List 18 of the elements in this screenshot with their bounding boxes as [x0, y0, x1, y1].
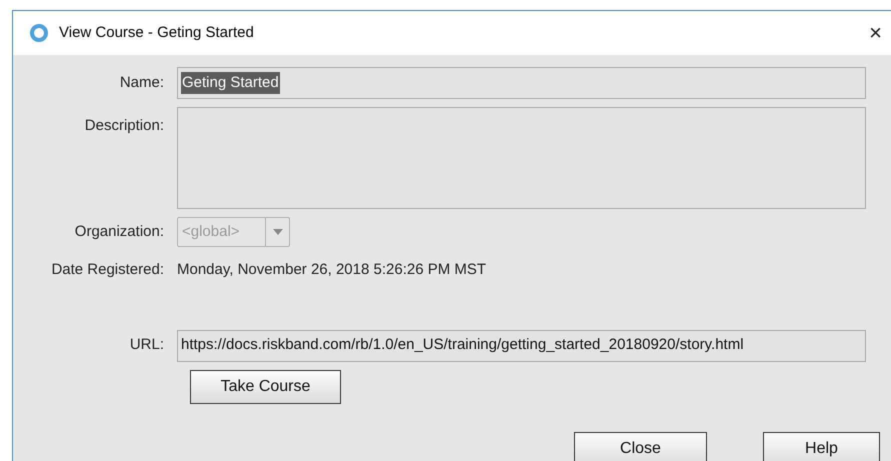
field-label: Description:	[84, 116, 165, 136]
app-logo-icon	[29, 23, 49, 43]
field-label: URL:	[128, 335, 165, 356]
field-label: Name:	[118, 72, 165, 93]
description-field[interactable]	[177, 107, 866, 209]
dialog-button[interactable]: Close	[574, 432, 707, 461]
text-field[interactable]: Geting Started	[177, 67, 866, 99]
dropdown-arrow-icon	[272, 229, 282, 235]
field-value: https://docs.riskband.com/rb/1.0/en_US/training/getting_started_20180920/story.html	[181, 335, 744, 356]
field-value: Geting Started	[181, 72, 280, 94]
close-button[interactable]: ×	[869, 22, 882, 44]
take-course-button[interactable]: Take Course	[190, 370, 341, 404]
dialog-button[interactable]: Help	[763, 432, 880, 461]
field-label: Organization:	[74, 222, 165, 242]
text-field[interactable]: https://docs.riskband.com/rb/1.0/en_US/training/getting_started_20180920/story.html	[177, 330, 866, 362]
field-label: Date Registered:	[50, 260, 165, 280]
date-value: Monday, November 26, 2018 5:26:26 PM MST	[177, 260, 486, 280]
window-title: View Course - Geting Started	[59, 22, 254, 43]
